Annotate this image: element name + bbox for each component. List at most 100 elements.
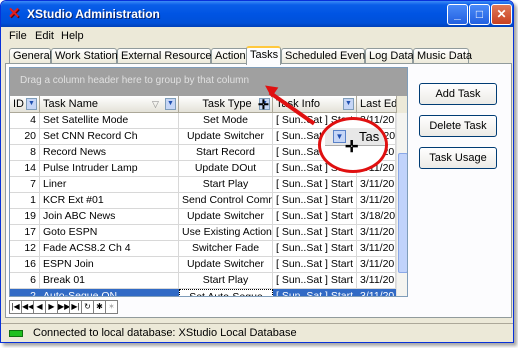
- cell-type[interactable]: Use Existing Action: [179, 225, 273, 241]
- table-row[interactable]: 6 Break 01 Start Play[ Sun..Sat ] Start 3/1…: [10, 273, 396, 289]
- menu-help[interactable]: Help: [61, 30, 84, 42]
- table-row[interactable]: 16 ESPN Join Update Switcher[ Sun..Sat ] S…: [10, 257, 396, 273]
- cell-id[interactable]: 19: [10, 209, 40, 225]
- cell-name[interactable]: Fade ACS8.2 Ch 4: [40, 241, 179, 257]
- tab-external-resources[interactable]: External Resources: [117, 48, 217, 64]
- cell-name[interactable]: ESPN Join: [40, 257, 179, 273]
- cell-name[interactable]: Liner: [40, 177, 179, 193]
- cell-info[interactable]: [ Sun..Sat ] Start: [273, 225, 357, 241]
- tasks-grid: Drag a column header here to group by th…: [9, 67, 408, 297]
- table-row[interactable]: 1KCR Ext #01Send Control Command[ Sun..S…: [10, 193, 396, 209]
- cell-id[interactable]: 17: [10, 225, 40, 241]
- cell-id[interactable]: 1: [10, 193, 40, 209]
- cell-type[interactable]: Update Switcher: [179, 257, 273, 273]
- cell-last[interactable]: 3/11/20: [357, 177, 396, 193]
- column-header-id[interactable]: ID ▼: [10, 96, 40, 113]
- delete-task-button[interactable]: Delete Task: [419, 115, 497, 137]
- cell-last[interactable]: 3/11/20: [357, 273, 396, 289]
- cell-name[interactable]: KCR Ext #01: [40, 193, 179, 209]
- add-task-button[interactable]: Add Task: [419, 83, 497, 105]
- table-row[interactable]: 2 Auto-Segue ON Set Auto-Segue[ Sun..Sat ]…: [10, 289, 396, 296]
- cell-last[interactable]: 3/11/20: [357, 193, 396, 209]
- tab-music-data[interactable]: Music Data: [413, 48, 472, 64]
- tab-tasks[interactable]: Tasks: [246, 46, 281, 65]
- filter-funnel-icon[interactable]: ▽: [152, 96, 159, 112]
- cell-type[interactable]: Send Control Command: [179, 193, 273, 209]
- record-navigator: |◀ ◀◀ ◀ ▶ ▶▶ ▶| ↻ ✱ ✶: [9, 300, 408, 315]
- cell-id[interactable]: 14: [10, 161, 40, 177]
- cell-type[interactable]: Update Switcher: [179, 209, 273, 225]
- post-record-button[interactable]: ✶: [105, 300, 118, 314]
- status-text: Connected to local database: XStudio Loc…: [33, 327, 297, 339]
- scroll-thumb[interactable]: [398, 153, 407, 273]
- cell-last[interactable]: 3/11/20: [357, 289, 396, 296]
- tab-log-data[interactable]: Log Data: [365, 48, 414, 64]
- cell-id[interactable]: 20: [10, 129, 40, 145]
- connection-led-icon: [9, 330, 23, 337]
- tab-general[interactable]: General: [9, 48, 52, 64]
- vertical-scrollbar[interactable]: [396, 113, 407, 296]
- task-usage-button[interactable]: Task Usage: [419, 147, 497, 169]
- cell-name[interactable]: Set CNN Record Ch: [40, 129, 179, 145]
- menu-edit[interactable]: Edit: [35, 30, 54, 42]
- cell-type[interactable]: Start Record: [179, 145, 273, 161]
- cell-name[interactable]: Join ABC News: [40, 209, 179, 225]
- cell-type[interactable]: Switcher Fade: [179, 241, 273, 257]
- cell-info[interactable]: [ Sun..Sat ] Start: [273, 241, 357, 257]
- cell-name[interactable]: Record News: [40, 145, 179, 161]
- cell-info[interactable]: [ Sun..Sat ] Start: [273, 257, 357, 273]
- table-row[interactable]: 19 Join ABC News Update Switcher[ Sun..Sat…: [10, 209, 396, 225]
- cell-last[interactable]: 3/11/20: [357, 241, 396, 257]
- cell-name[interactable]: Set Satellite Mode: [40, 113, 179, 129]
- tab-actions[interactable]: Actions: [211, 48, 251, 64]
- filter-dropdown-icon[interactable]: ▼: [165, 98, 176, 110]
- column-header-last-edit[interactable]: Last Edi: [357, 96, 397, 113]
- cell-last[interactable]: 3/11/20: [357, 225, 396, 241]
- cell-type[interactable]: Start Play: [179, 177, 273, 193]
- cell-id[interactable]: 4: [10, 113, 40, 129]
- maximize-button[interactable]: □: [469, 4, 490, 25]
- cell-type[interactable]: Set Mode: [179, 113, 273, 129]
- cell-name[interactable]: Auto-Segue ON: [40, 289, 179, 296]
- cell-id[interactable]: 12: [10, 241, 40, 257]
- table-row[interactable]: 7 Liner Start Play[ Sun..Sat ] Start 3/11/2…: [10, 177, 396, 193]
- cell-id[interactable]: 7: [10, 177, 40, 193]
- cell-type[interactable]: Update DOut: [179, 161, 273, 177]
- cell-type[interactable]: Start Play: [179, 273, 273, 289]
- tab-work-stations[interactable]: Work Stations: [51, 48, 123, 64]
- callout-label: Tas: [359, 129, 380, 144]
- cell-id[interactable]: 8: [10, 145, 40, 161]
- column-header-label: ID: [13, 98, 24, 110]
- column-header-label: Task Name: [43, 98, 99, 110]
- close-button[interactable]: ✕: [491, 4, 512, 25]
- tab-scheduled-events[interactable]: Scheduled Events: [281, 48, 374, 64]
- callout-header: ▼ Tas ✛: [325, 128, 385, 156]
- cell-type[interactable]: Set Auto-Segue: [179, 289, 273, 296]
- table-row[interactable]: 17 Goto ESPN Use Existing Action[ Sun..Sat…: [10, 225, 396, 241]
- cell-id[interactable]: 2: [10, 289, 40, 296]
- x-app-icon: ✕: [7, 5, 21, 22]
- menu-file[interactable]: File: [9, 30, 27, 42]
- filter-dropdown-icon[interactable]: ▼: [343, 98, 354, 110]
- cell-info[interactable]: [ Sun..Sat ] Start: [273, 209, 357, 225]
- cell-info[interactable]: [ Sun..Sat ] Start: [273, 177, 357, 193]
- group-by-area[interactable]: Drag a column header here to group by th…: [10, 68, 407, 96]
- window-title: XStudio Administration: [27, 7, 160, 21]
- cell-info[interactable]: [ Sun..Sat ] Start: [273, 273, 357, 289]
- column-header-task-name[interactable]: Task Name ▽ ▼: [40, 96, 179, 113]
- title-bar[interactable]: ✕ XStudio Administration _ □ ✕: [1, 1, 513, 27]
- cell-name[interactable]: Pulse Intruder Lamp: [40, 161, 179, 177]
- filter-dropdown-icon[interactable]: ▼: [26, 98, 37, 110]
- table-row[interactable]: 12 Fade ACS8.2 Ch 4 Switcher Fade[ Sun..Sa…: [10, 241, 396, 257]
- cell-type[interactable]: Update Switcher: [179, 129, 273, 145]
- cell-last[interactable]: 3/11/20: [357, 257, 396, 273]
- cell-name[interactable]: Goto ESPN: [40, 225, 179, 241]
- cell-id[interactable]: 6: [10, 273, 40, 289]
- cell-name[interactable]: Break 01: [40, 273, 179, 289]
- cell-last[interactable]: 3/18/20: [357, 209, 396, 225]
- cell-id[interactable]: 16: [10, 257, 40, 273]
- minimize-button[interactable]: _: [447, 4, 468, 25]
- grid-header: ID ▼ Task Name ▽ ▼ Task Type ▼ Task Info…: [10, 96, 407, 113]
- cell-info[interactable]: [ Sun..Sat ] Start: [273, 193, 357, 209]
- cell-info[interactable]: [ Sun..Sat ] Start: [273, 289, 357, 296]
